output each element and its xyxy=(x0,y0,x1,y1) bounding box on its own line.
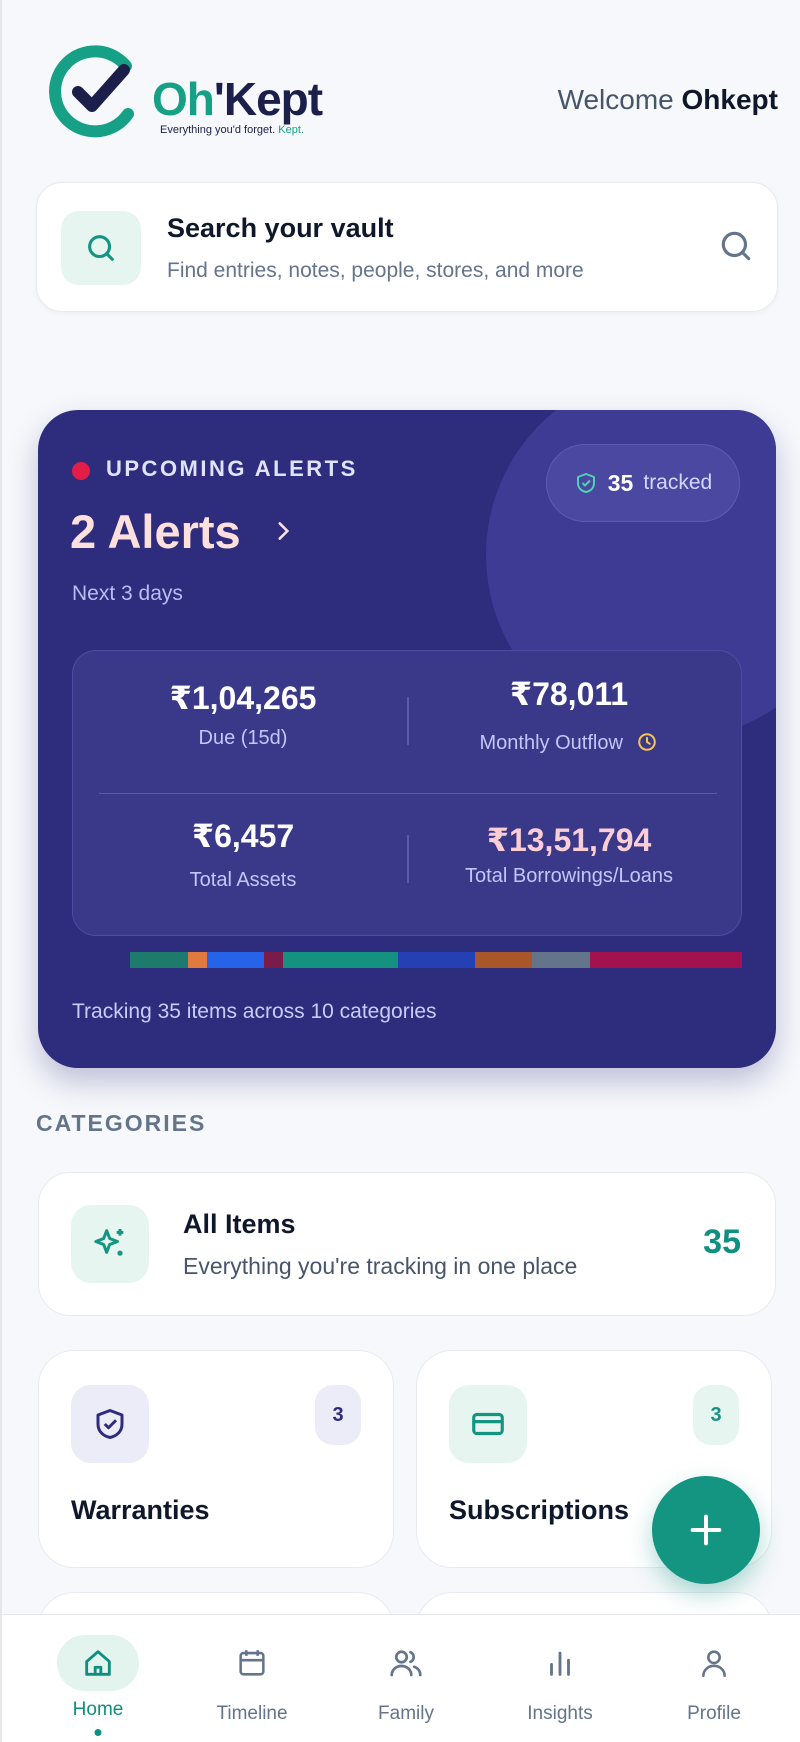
nav-item-timeline[interactable]: Timeline xyxy=(182,1615,322,1742)
divider xyxy=(407,835,409,883)
nav-label: Profile xyxy=(687,1703,741,1724)
all-items-title: All Items xyxy=(183,1209,296,1239)
monthly-outflow-value: ₹78,011 xyxy=(509,676,629,712)
welcome-text: Welcome Ohkept xyxy=(557,84,778,115)
search-icon xyxy=(61,211,141,285)
username: Ohkept xyxy=(681,84,778,115)
nav-item-profile[interactable]: Profile xyxy=(644,1615,784,1742)
tracked-label: tracked xyxy=(643,471,713,494)
active-indicator xyxy=(94,1729,102,1736)
category-bar-segment xyxy=(130,952,188,968)
nav-label: Family xyxy=(378,1703,434,1724)
nav-label: Insights xyxy=(527,1703,593,1724)
category-bar-segment xyxy=(187,952,207,968)
nav-label: Home xyxy=(72,1699,124,1720)
all-items-count: 35 xyxy=(703,1223,741,1261)
alerts-window: Next 3 days xyxy=(72,582,183,605)
category-bar-segment xyxy=(264,952,283,968)
add-item-button[interactable] xyxy=(652,1476,760,1584)
total-loans-value: ₹13,51,794 xyxy=(486,822,652,858)
category-tile-warranties[interactable]: 3 Warranties xyxy=(38,1350,394,1568)
credit-card-icon xyxy=(449,1385,527,1463)
app-screen: Oh'Kept Everything you'd forget. Kept. W… xyxy=(0,0,800,1742)
chevron-right-icon[interactable] xyxy=(270,518,296,549)
shield-check-icon xyxy=(71,1385,149,1463)
all-items-subtitle: Everything you're tracking in one place xyxy=(183,1253,578,1279)
user-icon xyxy=(673,1635,755,1691)
shield-check-icon xyxy=(576,473,595,493)
total-assets-value: ₹6,457 xyxy=(191,818,295,854)
app-logo: Oh'Kept Everything you'd forget. Kept. xyxy=(48,44,328,144)
logo-wordmark: Oh'Kept xyxy=(152,73,323,125)
logo-tagline: Everything you'd forget. Kept. xyxy=(160,124,304,136)
bar-chart-icon xyxy=(519,1635,601,1691)
bottom-navigation: Home Timeline Family Insights Profile xyxy=(2,1614,800,1742)
count-badge: 3 xyxy=(693,1385,739,1445)
upcoming-alerts-card[interactable]: UPCOMING ALERTS 35 tracked 2 Alerts Next… xyxy=(38,410,776,1068)
tile-name: Warranties xyxy=(71,1495,210,1525)
nav-item-home[interactable]: Home xyxy=(28,1615,168,1742)
category-bar-segment xyxy=(589,952,742,968)
category-bar-segment xyxy=(206,952,265,968)
all-items-card[interactable]: All Items Everything you're tracking in … xyxy=(38,1172,776,1316)
search-button-icon[interactable] xyxy=(717,227,755,270)
divider xyxy=(99,793,717,794)
alerts-count[interactable]: 2 Alerts xyxy=(70,504,241,559)
nav-item-family[interactable]: Family xyxy=(336,1615,476,1742)
total-loans-label: Total Borrowings/Loans xyxy=(465,865,673,887)
monthly-outflow-label: Monthly Outflow xyxy=(419,731,719,755)
search-subtitle: Find entries, notes, people, stores, and… xyxy=(167,259,584,282)
search-vault-card[interactable]: Search your vault Find entries, notes, p… xyxy=(36,182,778,312)
divider xyxy=(407,697,409,745)
clock-icon xyxy=(638,733,657,751)
stats-panel: ₹1,04,265 Due (15d) ₹78,011 Monthly Outf… xyxy=(72,650,742,936)
search-title: Search your vault xyxy=(167,213,394,243)
tracked-count: 35 xyxy=(607,469,634,496)
alert-dot-icon xyxy=(72,462,90,480)
calendar-icon xyxy=(211,1635,293,1691)
category-distribution-bar xyxy=(130,952,742,968)
categories-heading: CATEGORIES xyxy=(36,1110,207,1136)
nav-label: Timeline xyxy=(216,1703,288,1724)
due-label: Due (15d) xyxy=(198,727,288,749)
count-badge: 3 xyxy=(315,1385,361,1445)
category-bar-segment xyxy=(283,952,399,968)
category-bar-segment xyxy=(398,952,475,968)
due-value: ₹1,04,265 xyxy=(169,680,317,716)
category-bar-segment xyxy=(474,952,533,968)
sparkles-icon xyxy=(71,1205,149,1283)
home-icon xyxy=(57,1635,139,1691)
tracked-badge: 35 tracked xyxy=(546,444,740,522)
category-bar-segment xyxy=(532,952,590,968)
tracking-summary: Tracking 35 items across 10 categories xyxy=(72,1000,437,1023)
nav-item-insights[interactable]: Insights xyxy=(490,1615,630,1742)
plus-icon xyxy=(690,1514,722,1546)
logo-check-icon xyxy=(49,45,134,138)
users-icon xyxy=(365,1635,447,1691)
tile-name: Subscriptions xyxy=(449,1495,630,1525)
total-assets-label: Total Assets xyxy=(189,869,297,891)
alerts-label: UPCOMING ALERTS xyxy=(106,456,358,481)
